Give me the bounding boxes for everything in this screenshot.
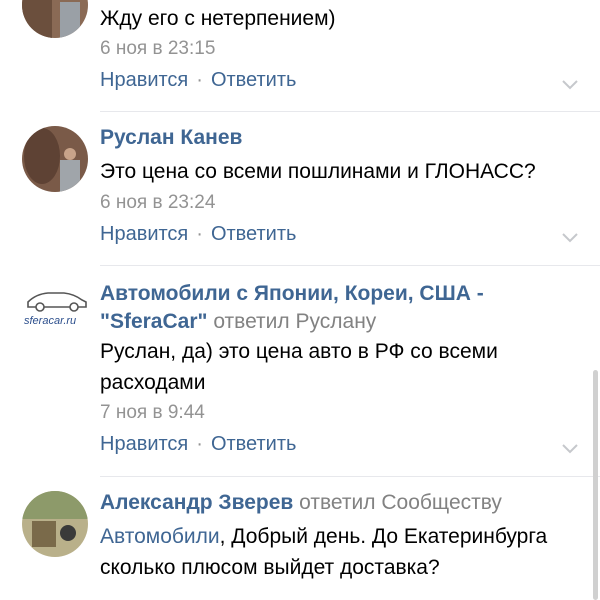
avatar[interactable] [22, 0, 88, 38]
comment-actions: Нравится · Ответить [100, 69, 296, 92]
comment-author: Александр Зверев ответил Сообществу [100, 491, 502, 515]
chevron-down-icon[interactable] [560, 442, 580, 456]
reply-to-label[interactable]: ответил Сообществу [299, 491, 502, 514]
comment-1: Руслан Канев Это цена со всеми пошлинами… [0, 112, 600, 262]
mention-link[interactable]: Автомобили [100, 525, 220, 548]
comment-actions: Нравится · Ответить [100, 433, 296, 456]
reply-link[interactable]: Ответить [211, 433, 297, 455]
author-line-2: "SferaCar" ответил Руслану [100, 308, 484, 336]
scrollbar[interactable] [593, 370, 598, 600]
like-link[interactable]: Нравится [100, 223, 188, 245]
author-line-1: Автомобили с Японии, Кореи, США - [100, 282, 484, 305]
reply-link[interactable]: Ответить [211, 69, 297, 91]
comment-text: Это цена со всеми пошлинами и ГЛОНАСС? [100, 160, 536, 183]
avatar[interactable] [22, 126, 88, 192]
comment-time: 6 ноя в 23:15 [100, 38, 216, 59]
separator-dot: · [196, 223, 203, 245]
logo-text: sferacar.ru [24, 315, 76, 327]
comment-3: Александр Зверев ответил Сообществу Авто… [0, 477, 600, 600]
comment-text: Автомобили, Добрый день. До Екатеринбург… [100, 521, 580, 583]
comment-actions: Нравится · Ответить [100, 223, 296, 246]
comment-text: Руслан, да) это цена авто в РФ со всеми … [100, 340, 498, 394]
comment-0: Жду его с нетерпением) 6 ноя в 23:15 Нра… [0, 0, 600, 110]
like-link[interactable]: Нравится [100, 433, 188, 455]
comment-author[interactable]: Руслан Канев [100, 126, 242, 150]
chevron-down-icon[interactable] [560, 231, 580, 245]
separator-dot: · [196, 433, 203, 455]
separator-dot: · [196, 69, 203, 91]
author-name[interactable]: Александр Зверев [100, 491, 293, 514]
chevron-down-icon[interactable] [560, 78, 580, 92]
comment-time: 7 ноя в 9:44 [100, 402, 205, 423]
comment-2: sferacar.ru Автомобили с Японии, Кореи, … [0, 266, 600, 476]
like-link[interactable]: Нравится [100, 69, 188, 91]
comment-text: Жду его с нетерпением) [100, 7, 336, 30]
author-line-2-text: "SferaCar" [100, 310, 208, 333]
car-logo-icon: sferacar.ru [24, 292, 87, 327]
community-logo[interactable]: sferacar.ru [22, 280, 92, 346]
reply-link[interactable]: Ответить [211, 223, 297, 245]
avatar[interactable] [22, 491, 88, 557]
reply-to-label[interactable]: ответил Руслану [213, 310, 376, 333]
comment-time: 6 ноя в 23:24 [100, 192, 216, 213]
comment-author[interactable]: Автомобили с Японии, Кореи, США - "Sfera… [100, 280, 484, 336]
